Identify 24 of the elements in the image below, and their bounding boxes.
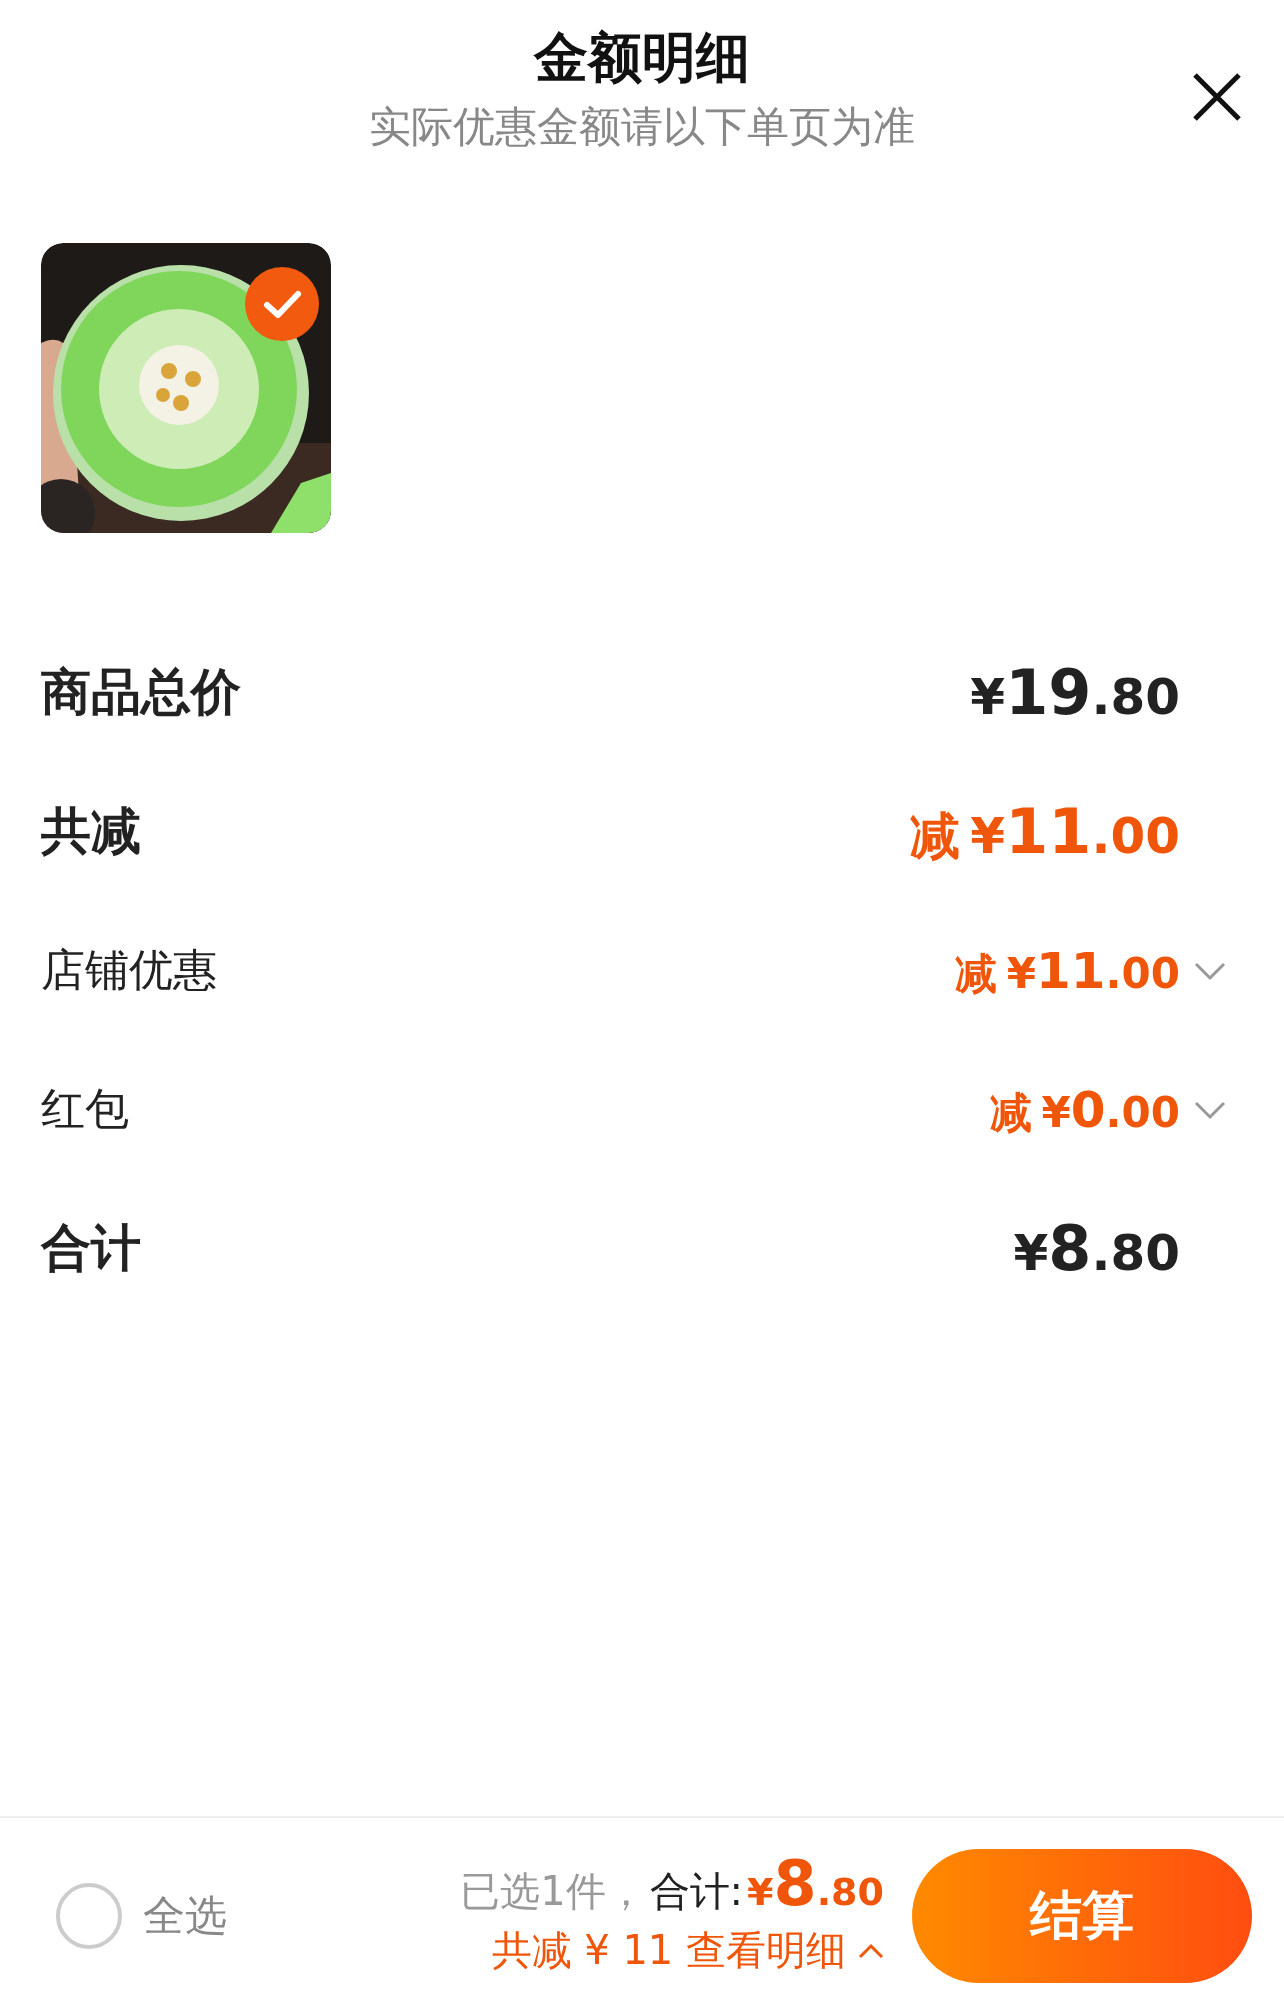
amount-text: 减 ¥0.00: [989, 1084, 1180, 1135]
selected-count-text: 已选1件，: [460, 1867, 646, 1916]
amount-text: ¥19.80: [970, 661, 1180, 724]
row-label: 商品总价: [41, 662, 242, 723]
chevron-up-icon[interactable]: [858, 1942, 884, 1959]
view-details-link[interactable]: 共减 ¥ 11 查看明细: [491, 1923, 884, 1978]
checked-icon[interactable]: [245, 267, 319, 341]
total-price: ¥8.80: [747, 1853, 884, 1915]
checkout-button[interactable]: 结算: [912, 1848, 1252, 1983]
total-label: 合计:: [649, 1867, 744, 1916]
select-all-label[interactable]: 全选: [143, 1887, 227, 1944]
select-all-checkbox[interactable]: [55, 1881, 123, 1950]
amount-text: 减 ¥11.00: [954, 945, 1180, 996]
chevron-down-icon[interactable]: [1194, 1099, 1226, 1120]
amount-text: 减 ¥11.00: [910, 800, 1180, 863]
row-label: 共减: [41, 801, 142, 862]
sheet-subtitle: 实际优惠金额请以下单页为准: [369, 101, 915, 153]
row-label: 合计: [41, 1218, 142, 1279]
row-label: 红包: [41, 1082, 130, 1136]
chevron-down-icon[interactable]: [1194, 960, 1226, 981]
row-label: 店铺优惠: [41, 943, 218, 997]
close-icon[interactable]: [1192, 72, 1242, 122]
amount-text: ¥8.80: [1013, 1217, 1180, 1280]
sheet-title: 金额明细: [534, 25, 750, 91]
